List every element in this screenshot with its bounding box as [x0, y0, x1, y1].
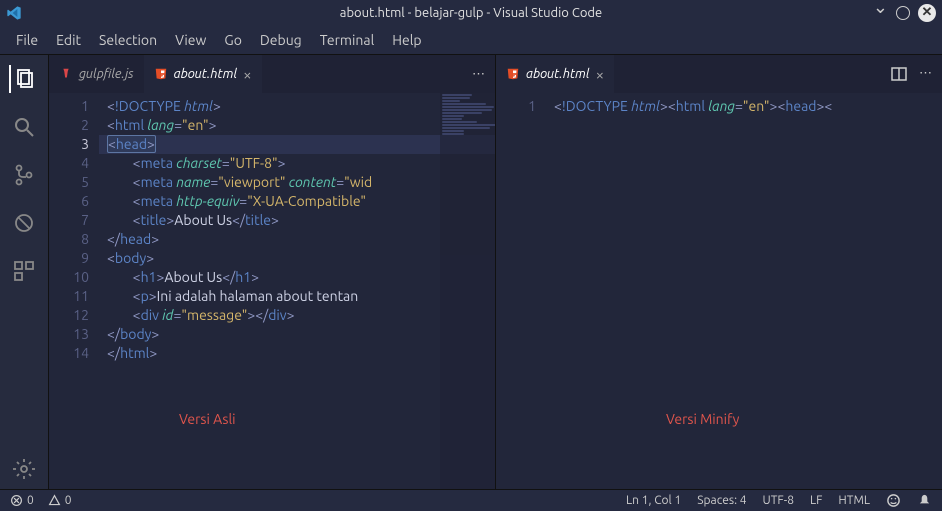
- explorer-tab[interactable]: [9, 65, 37, 93]
- tab-bar-left: gulpfile.jsabout.html× ⋯: [49, 55, 495, 93]
- title-bar: about.html - belajar-gulp - Visual Studi…: [0, 0, 942, 25]
- editor-group: gulpfile.jsabout.html× ⋯ 123456789101112…: [48, 55, 942, 489]
- warning-icon: [48, 494, 61, 507]
- status-errors[interactable]: 0: [10, 494, 34, 507]
- menu-terminal[interactable]: Terminal: [312, 30, 383, 50]
- more-actions-icon[interactable]: ⋯: [919, 66, 932, 82]
- split-editor-icon[interactable]: [891, 66, 907, 82]
- menu-file[interactable]: File: [8, 30, 46, 50]
- status-eol[interactable]: LF: [810, 493, 822, 508]
- window-title: about.html - belajar-gulp - Visual Studi…: [340, 6, 602, 20]
- tab-about-html[interactable]: about.html×: [144, 55, 262, 93]
- settings-button[interactable]: [10, 461, 38, 489]
- menu-debug[interactable]: Debug: [252, 30, 310, 50]
- debug-tab[interactable]: [10, 209, 38, 237]
- editor-pane-left: gulpfile.jsabout.html× ⋯ 123456789101112…: [48, 55, 495, 489]
- code-editor-left[interactable]: 1234567891011121314 <!DOCTYPE html><html…: [49, 93, 495, 489]
- tab-gulpfile-js[interactable]: gulpfile.js: [49, 55, 144, 93]
- status-warnings[interactable]: 0: [48, 494, 72, 507]
- source-control-tab[interactable]: [10, 161, 38, 189]
- tab-about-html[interactable]: about.html×: [496, 55, 614, 93]
- menu-edit[interactable]: Edit: [48, 30, 89, 50]
- vscode-logo-icon: [6, 5, 22, 21]
- menu-selection[interactable]: Selection: [91, 30, 165, 50]
- status-language[interactable]: HTML: [838, 493, 870, 508]
- close-button[interactable]: ✕: [918, 4, 936, 22]
- status-bell-icon[interactable]: [917, 493, 932, 508]
- tab-close-icon[interactable]: ×: [243, 66, 251, 83]
- editor-pane-right: about.html× ⋯ 1 <!DOCTYPE html><html lan…: [495, 55, 942, 489]
- status-spaces[interactable]: Spaces: 4: [697, 493, 746, 508]
- tab-bar-right: about.html× ⋯: [496, 55, 942, 93]
- extensions-tab[interactable]: [10, 257, 38, 285]
- status-bar: 0 0 Ln 1, Col 1 Spaces: 4 UTF-8 LF HTML: [0, 489, 942, 511]
- error-icon: [10, 494, 23, 507]
- status-feedback-icon[interactable]: [886, 493, 901, 508]
- status-encoding[interactable]: UTF-8: [763, 493, 794, 508]
- minimap-left[interactable]: [440, 93, 495, 489]
- minimize-button[interactable]: ⌄: [873, 0, 888, 18]
- maximize-button[interactable]: [896, 6, 910, 20]
- main-area: gulpfile.jsabout.html× ⋯ 123456789101112…: [0, 55, 942, 489]
- gutter-right: 1: [496, 93, 546, 489]
- gutter-left: 1234567891011121314: [49, 93, 99, 489]
- menu-help[interactable]: Help: [384, 30, 429, 50]
- menu-go[interactable]: Go: [216, 30, 249, 50]
- search-tab[interactable]: [10, 113, 38, 141]
- code-editor-right[interactable]: 1 <!DOCTYPE html><html lang="en"><head><…: [496, 93, 942, 489]
- activity-bar: [0, 55, 48, 489]
- more-actions-icon[interactable]: ⋯: [472, 67, 485, 82]
- status-cursor[interactable]: Ln 1, Col 1: [626, 493, 681, 508]
- menu-bar: FileEditSelectionViewGoDebugTerminalHelp: [0, 25, 942, 55]
- tab-close-icon[interactable]: ×: [596, 66, 604, 83]
- menu-view[interactable]: View: [167, 30, 214, 50]
